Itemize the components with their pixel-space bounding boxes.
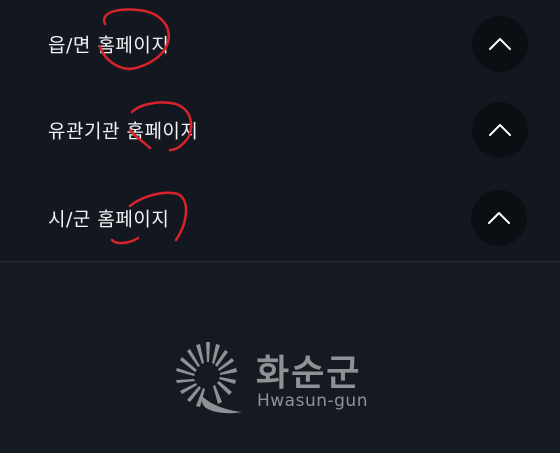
hwasun-gun-logo[interactable]: 화순군 Hwasun-gun: [176, 340, 386, 416]
menu-item-town-homepage[interactable]: 읍/면 홈페이지: [0, 0, 560, 88]
chevron-up-icon: [488, 212, 510, 224]
logo-korean-text: 화순군: [256, 353, 362, 394]
expand-toggle-button[interactable]: [472, 16, 528, 72]
expand-toggle-button[interactable]: [472, 102, 528, 158]
sunflower-emblem-icon: [176, 342, 242, 414]
menu-item-city-county-homepage[interactable]: 시/군 홈페이지: [0, 174, 560, 262]
menu-item-label: 시/군 홈페이지: [48, 208, 170, 231]
menu-item-label: 읍/면 홈페이지: [48, 34, 170, 57]
chevron-up-icon: [489, 124, 511, 136]
logo-english-text: Hwasun-gun: [257, 391, 368, 411]
related-sites-menu: 읍/면 홈페이지 유관기관 홈페이지 시/군 홈페이지: [0, 0, 560, 262]
expand-toggle-button[interactable]: [471, 190, 527, 246]
menu-item-label: 유관기관 홈페이지: [48, 120, 199, 143]
menu-item-agency-homepage[interactable]: 유관기관 홈페이지: [0, 86, 560, 174]
chevron-up-icon: [489, 38, 511, 50]
